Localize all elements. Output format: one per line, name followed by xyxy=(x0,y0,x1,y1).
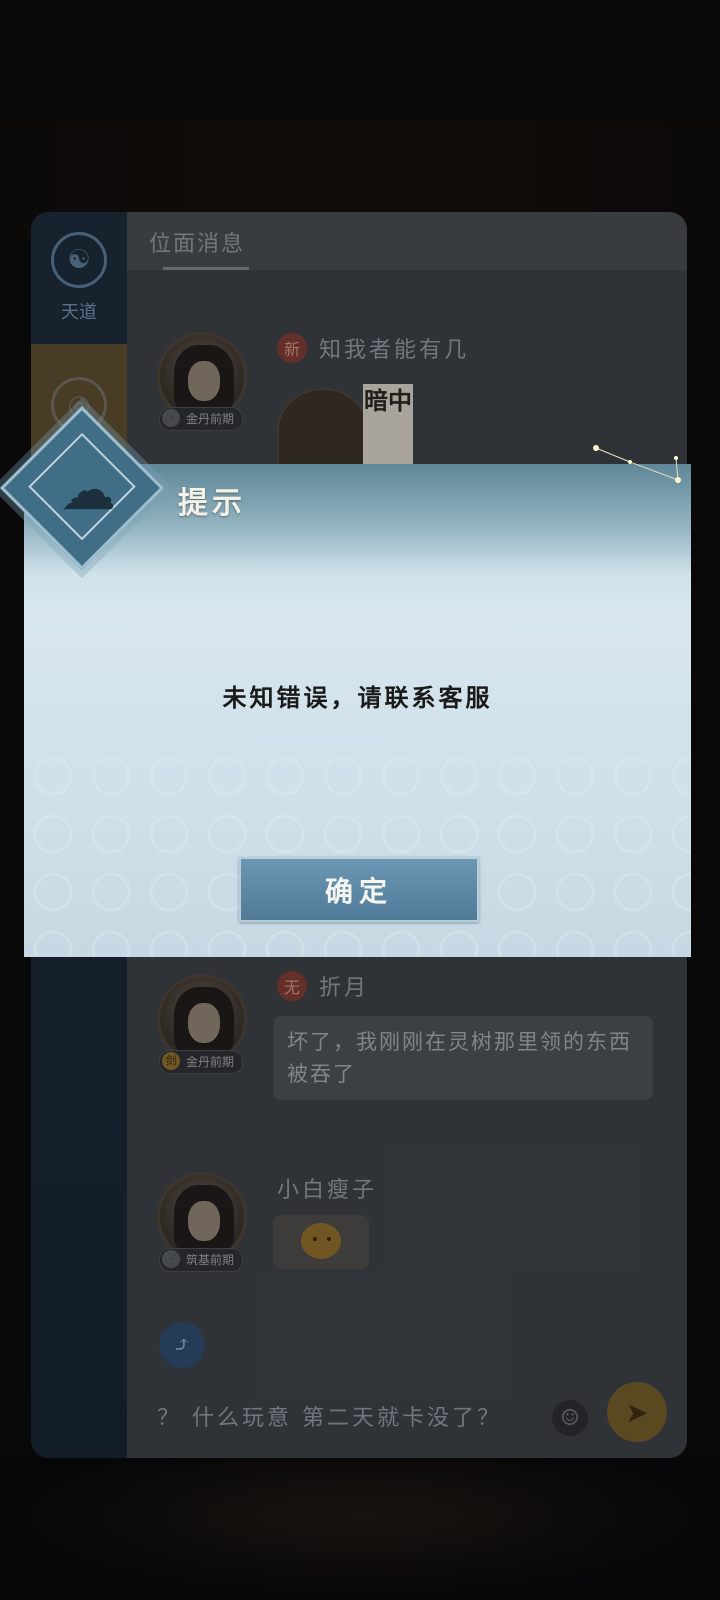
cloud-pattern xyxy=(24,747,691,957)
dialog-title: 提示 xyxy=(178,486,246,521)
dialog-message: 未知错误，请联系客服 xyxy=(222,683,493,712)
cloud-emblem-icon: ☁ xyxy=(60,458,116,523)
confirm-button[interactable]: 确定 xyxy=(239,857,479,922)
constellation-icon xyxy=(593,445,681,483)
confirm-button-label: 确定 xyxy=(324,874,393,908)
